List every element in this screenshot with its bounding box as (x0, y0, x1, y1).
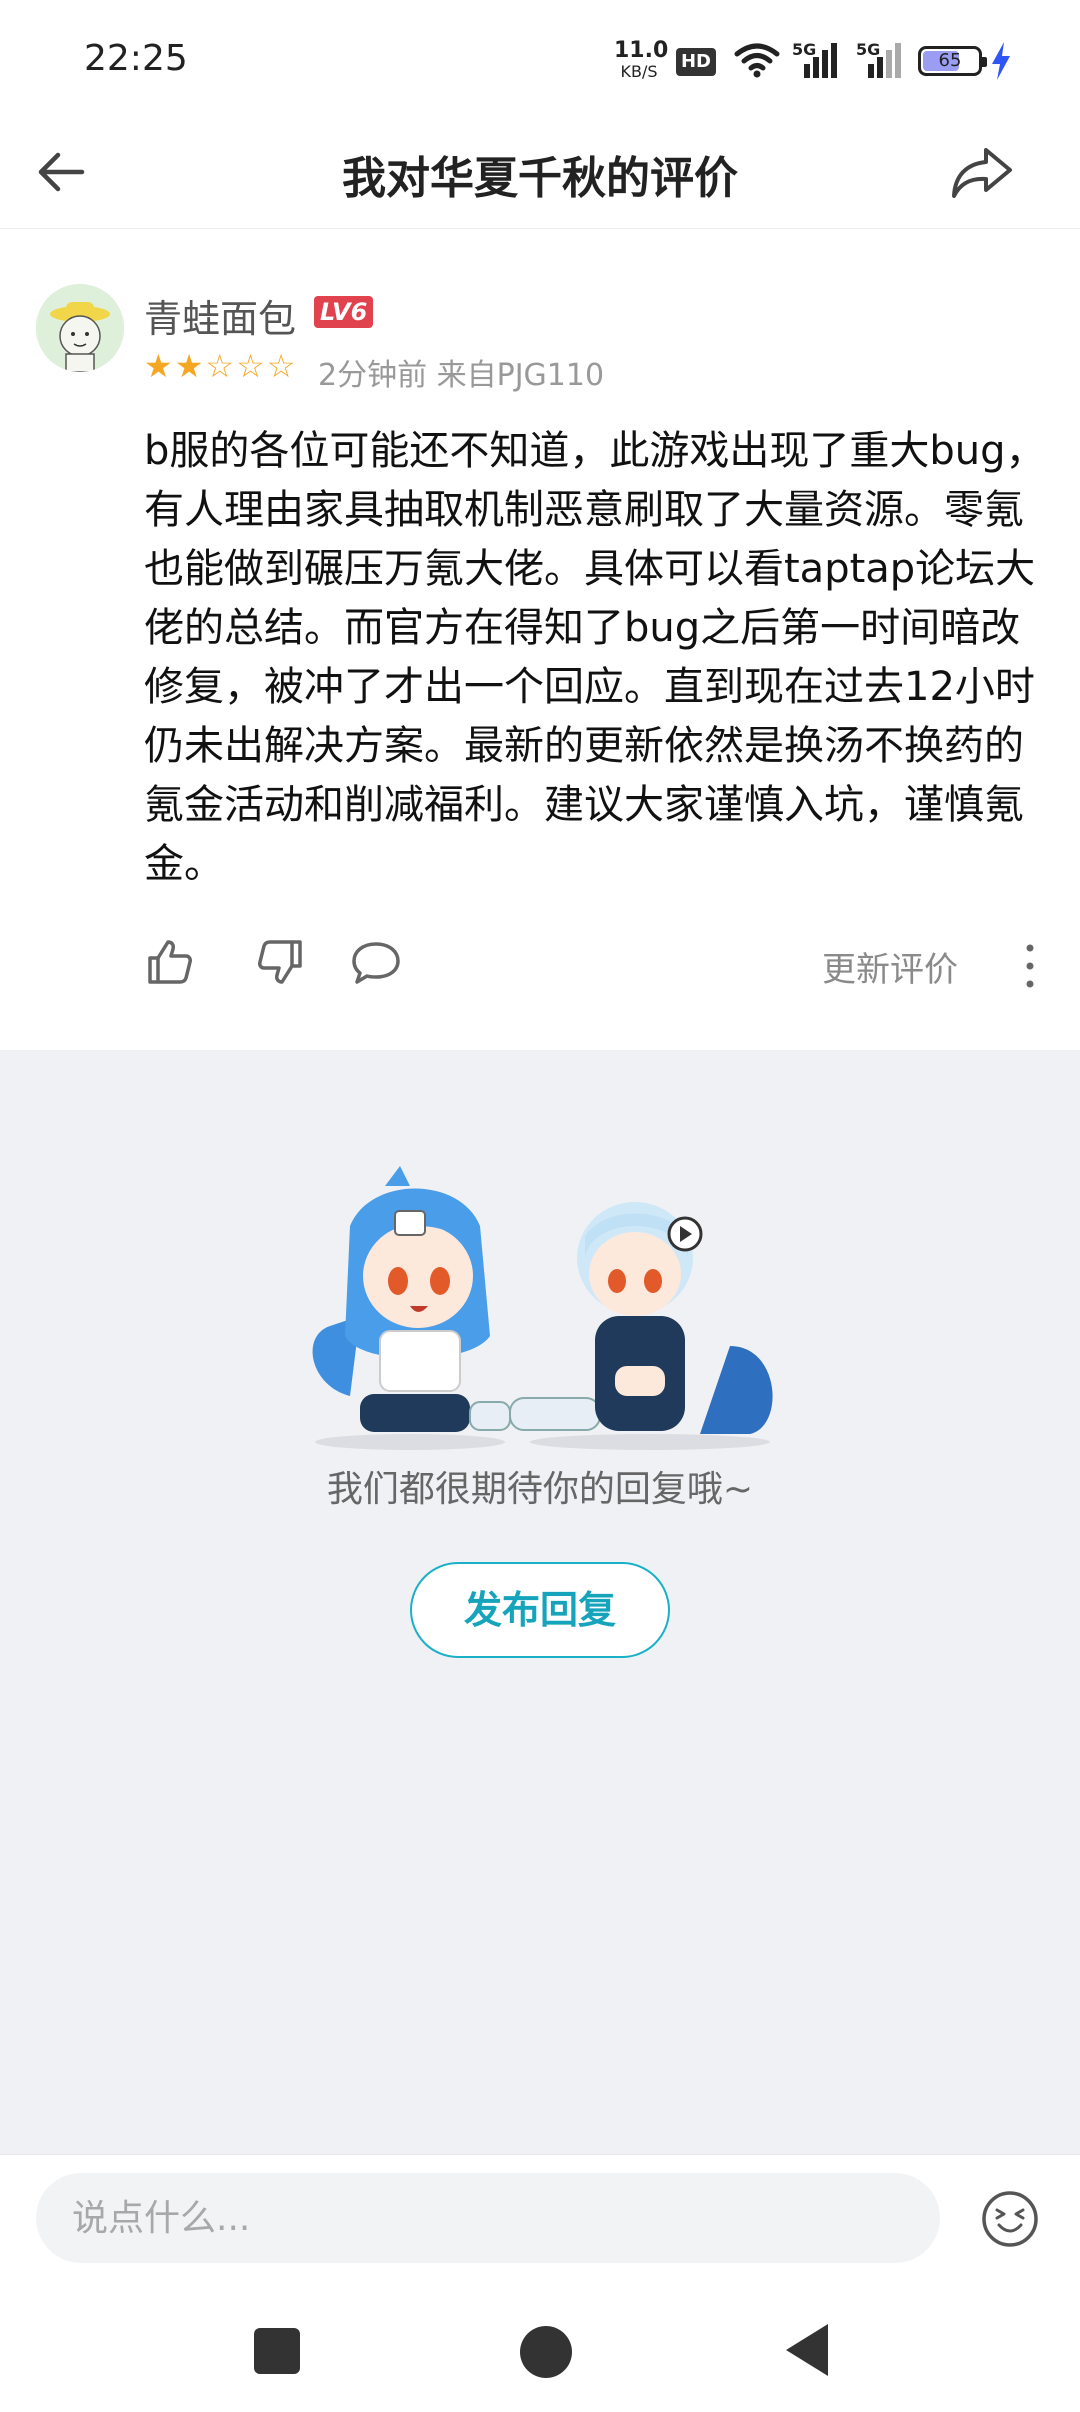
empty-state-text: 我们都很期待你的回复哦~ (326, 1469, 754, 1510)
update-review-button[interactable]: 更新评价 (822, 942, 958, 991)
home-button[interactable] (520, 2326, 572, 2378)
network-speed-unit: KB/S (620, 62, 658, 81)
comment-icon[interactable] (348, 934, 404, 990)
more-vert-icon[interactable] (1018, 938, 1042, 994)
wifi-icon (734, 43, 780, 78)
star-empty-icon: ☆ (205, 347, 235, 385)
header-bar: 我对华夏千秋的评价 (0, 120, 1080, 229)
rating-stars: ★ ★ ☆ ☆ ☆ (144, 348, 295, 384)
battery-indicator: 65 (918, 46, 987, 76)
signal-icon (804, 43, 837, 78)
status-bar: 22:25 11.0 KB/S HD 5G 5G 65 (0, 0, 1080, 120)
mascot-illustration (312, 1166, 773, 1450)
comment-input[interactable] (36, 2173, 940, 2263)
star-empty-icon: ☆ (266, 347, 296, 385)
system-nav-bar (0, 2272, 1080, 2412)
review-card: 青蛙面包 LV6 ★ ★ ☆ ☆ ☆ 2分钟前 来自PJG110 b服的各位可能… (0, 230, 1080, 1050)
like-icon[interactable] (142, 934, 198, 990)
star-filled-icon: ★ (174, 347, 204, 385)
avatar[interactable] (36, 284, 124, 372)
network-speed: 11.0 KB/S (614, 38, 669, 81)
review-meta: 2分钟前 来自PJG110 (318, 358, 605, 393)
recents-button[interactable] (254, 2328, 300, 2374)
review-actions: 更新评价 (0, 934, 1080, 998)
reply-empty-state: 我们都很期待你的回复哦~ 发布回复 (0, 1050, 1080, 2154)
system-back-button[interactable] (786, 2324, 828, 2376)
avatar-frog-icon (36, 284, 124, 372)
dislike-icon[interactable] (252, 934, 308, 990)
signal-icon (868, 43, 901, 78)
network-speed-value: 11.0 (614, 38, 669, 63)
bolt-icon (992, 42, 1010, 80)
star-empty-icon: ☆ (236, 347, 265, 385)
comment-bar (0, 2154, 1080, 2273)
battery-percent: 65 (938, 50, 962, 71)
share-icon[interactable] (946, 136, 1018, 208)
star-filled-icon: ★ (144, 347, 173, 385)
emoji-icon[interactable] (980, 2189, 1040, 2249)
hd-icon: HD (676, 48, 716, 76)
publish-reply-button[interactable]: 发布回复 (410, 1562, 670, 1658)
status-time: 22:25 (84, 38, 188, 79)
level-badge: LV6 (314, 296, 374, 328)
page-title: 我对华夏千秋的评价 (342, 153, 738, 204)
review-content: b服的各位可能还不知道，此游戏出现了重大bug，有人理由家具抽取机制恶意刷取了大… (144, 428, 1046, 887)
username[interactable]: 青蛙面包 (144, 288, 296, 343)
